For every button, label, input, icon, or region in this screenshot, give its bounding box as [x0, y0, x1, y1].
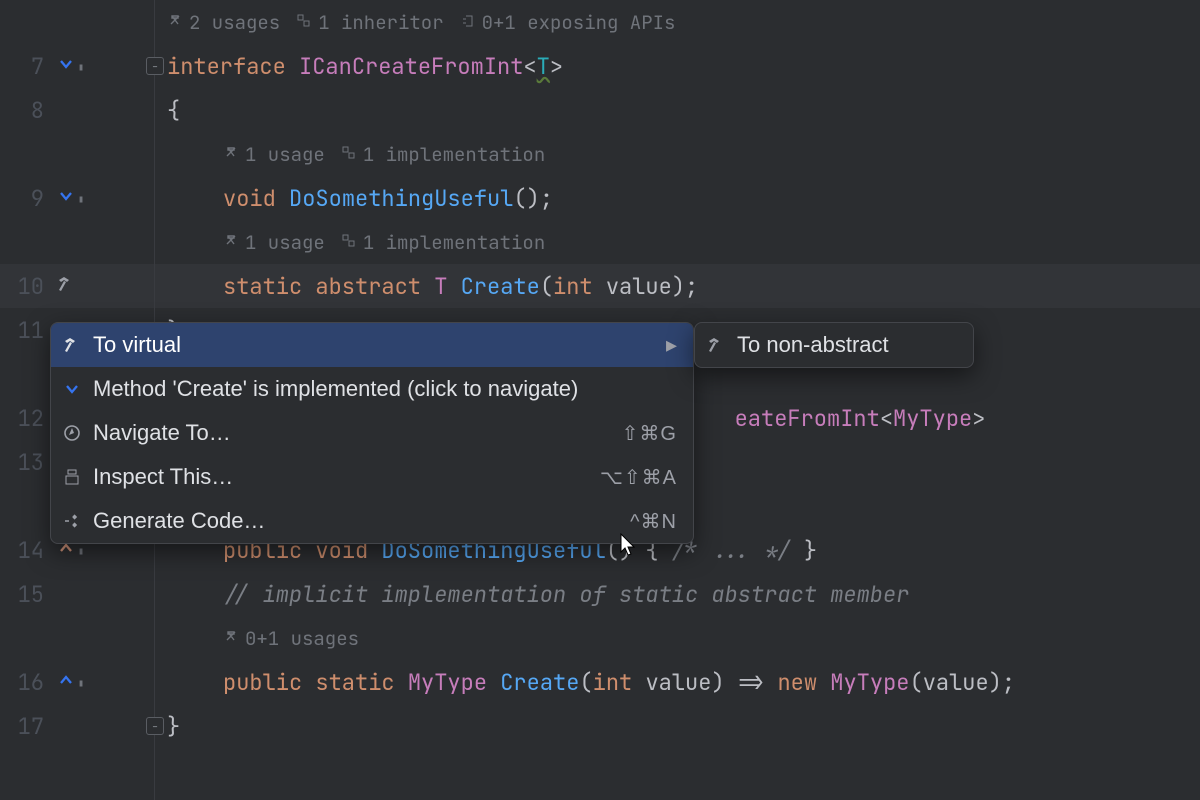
- shortcut-label: ⇧⌘G: [622, 421, 677, 446]
- code-line-active[interactable]: static abstract T Create(int value);: [155, 264, 1200, 308]
- usages-hint[interactable]: 2 usages: [189, 10, 280, 35]
- line-number: 14: [0, 536, 50, 565]
- menu-label: Generate Code…: [93, 508, 620, 534]
- code-vision-row[interactable]: 1 usage 1 implementation: [155, 220, 1200, 264]
- line-number: 12: [0, 404, 50, 433]
- code-line[interactable]: −interface ICanCreateFromInt<T>: [155, 44, 1200, 88]
- menu-label: Method 'Create' is implemented (click to…: [93, 376, 677, 402]
- shortcut-label: ^⌘N: [630, 509, 677, 534]
- implemented-down-icon[interactable]: [56, 184, 76, 213]
- impl-hint[interactable]: 1 implementation: [363, 230, 545, 255]
- fold-toggle-icon[interactable]: −: [146, 57, 164, 75]
- tick-icon: ▮: [78, 192, 84, 205]
- menu-item-generate-code[interactable]: Generate Code… ^⌘N: [51, 499, 693, 543]
- implemented-down-icon: [61, 379, 83, 399]
- line-number: 8: [0, 96, 50, 125]
- code-line[interactable]: void DoSomethingUseful();: [155, 176, 1200, 220]
- usages-hint[interactable]: 1 usage: [245, 142, 325, 167]
- tick-icon: ▮: [78, 676, 84, 689]
- tick-icon: ▮: [78, 60, 84, 73]
- menu-item-implemented[interactable]: Method 'Create' is implemented (click to…: [51, 367, 693, 411]
- code-line[interactable]: {: [155, 88, 1200, 132]
- line-number: 7: [0, 52, 50, 81]
- hammer-quickfix-icon[interactable]: [56, 272, 76, 301]
- line-number: 11: [0, 316, 50, 345]
- menu-item-navigate-to[interactable]: Navigate To… ⇧⌘G: [51, 411, 693, 455]
- line-number: 16: [0, 668, 50, 697]
- inheritor-hint[interactable]: 1 inheritor: [318, 10, 443, 35]
- usages-hint[interactable]: 1 usage: [245, 230, 325, 255]
- implements-up-icon[interactable]: [56, 668, 76, 697]
- line-number: 9: [0, 184, 50, 213]
- usages-hint[interactable]: 0+1 usages: [245, 626, 359, 651]
- context-submenu: To non-abstract: [694, 322, 974, 368]
- shortcut-label: ⌥⇧⌘A: [600, 465, 677, 490]
- tick-icon: ▮: [78, 544, 84, 557]
- code-line[interactable]: public static MyType Create(int value) =…: [155, 660, 1200, 704]
- code-vision-row[interactable]: 2 usages 1 inheritor 0+1 exposing APIs: [155, 0, 1200, 44]
- submenu-arrow-icon: ▸: [666, 332, 677, 358]
- generate-icon: [61, 511, 83, 531]
- code-line[interactable]: // implicit implementation of static abs…: [155, 572, 1200, 616]
- code-line[interactable]: −}: [155, 704, 1200, 748]
- code-vision-row[interactable]: 1 usage 1 implementation: [155, 132, 1200, 176]
- menu-label: Navigate To…: [93, 420, 612, 446]
- impl-hint[interactable]: 1 implementation: [363, 142, 545, 167]
- menu-label: To non-abstract: [737, 332, 957, 358]
- menu-label: To virtual: [93, 332, 656, 358]
- line-number: 13: [0, 448, 50, 477]
- menu-label: Inspect This…: [93, 464, 590, 490]
- hammer-icon: [61, 335, 83, 355]
- exposing-hint[interactable]: 0+1 exposing APIs: [482, 10, 676, 35]
- context-menu: To virtual ▸ Method 'Create' is implemen…: [50, 322, 694, 544]
- menu-item-inspect-this[interactable]: Inspect This… ⌥⇧⌘A: [51, 455, 693, 499]
- line-number: 15: [0, 580, 50, 609]
- fold-toggle-icon[interactable]: −: [146, 717, 164, 735]
- hammer-icon: [705, 335, 727, 355]
- implemented-down-icon[interactable]: [56, 52, 76, 81]
- code-vision-row[interactable]: 0+1 usages: [155, 616, 1200, 660]
- inspect-icon: [61, 467, 83, 487]
- line-number: 17: [0, 712, 50, 741]
- menu-item-to-non-abstract[interactable]: To non-abstract: [695, 323, 973, 367]
- line-number: 10: [0, 272, 50, 301]
- menu-item-to-virtual[interactable]: To virtual ▸: [51, 323, 693, 367]
- compass-icon: [61, 423, 83, 443]
